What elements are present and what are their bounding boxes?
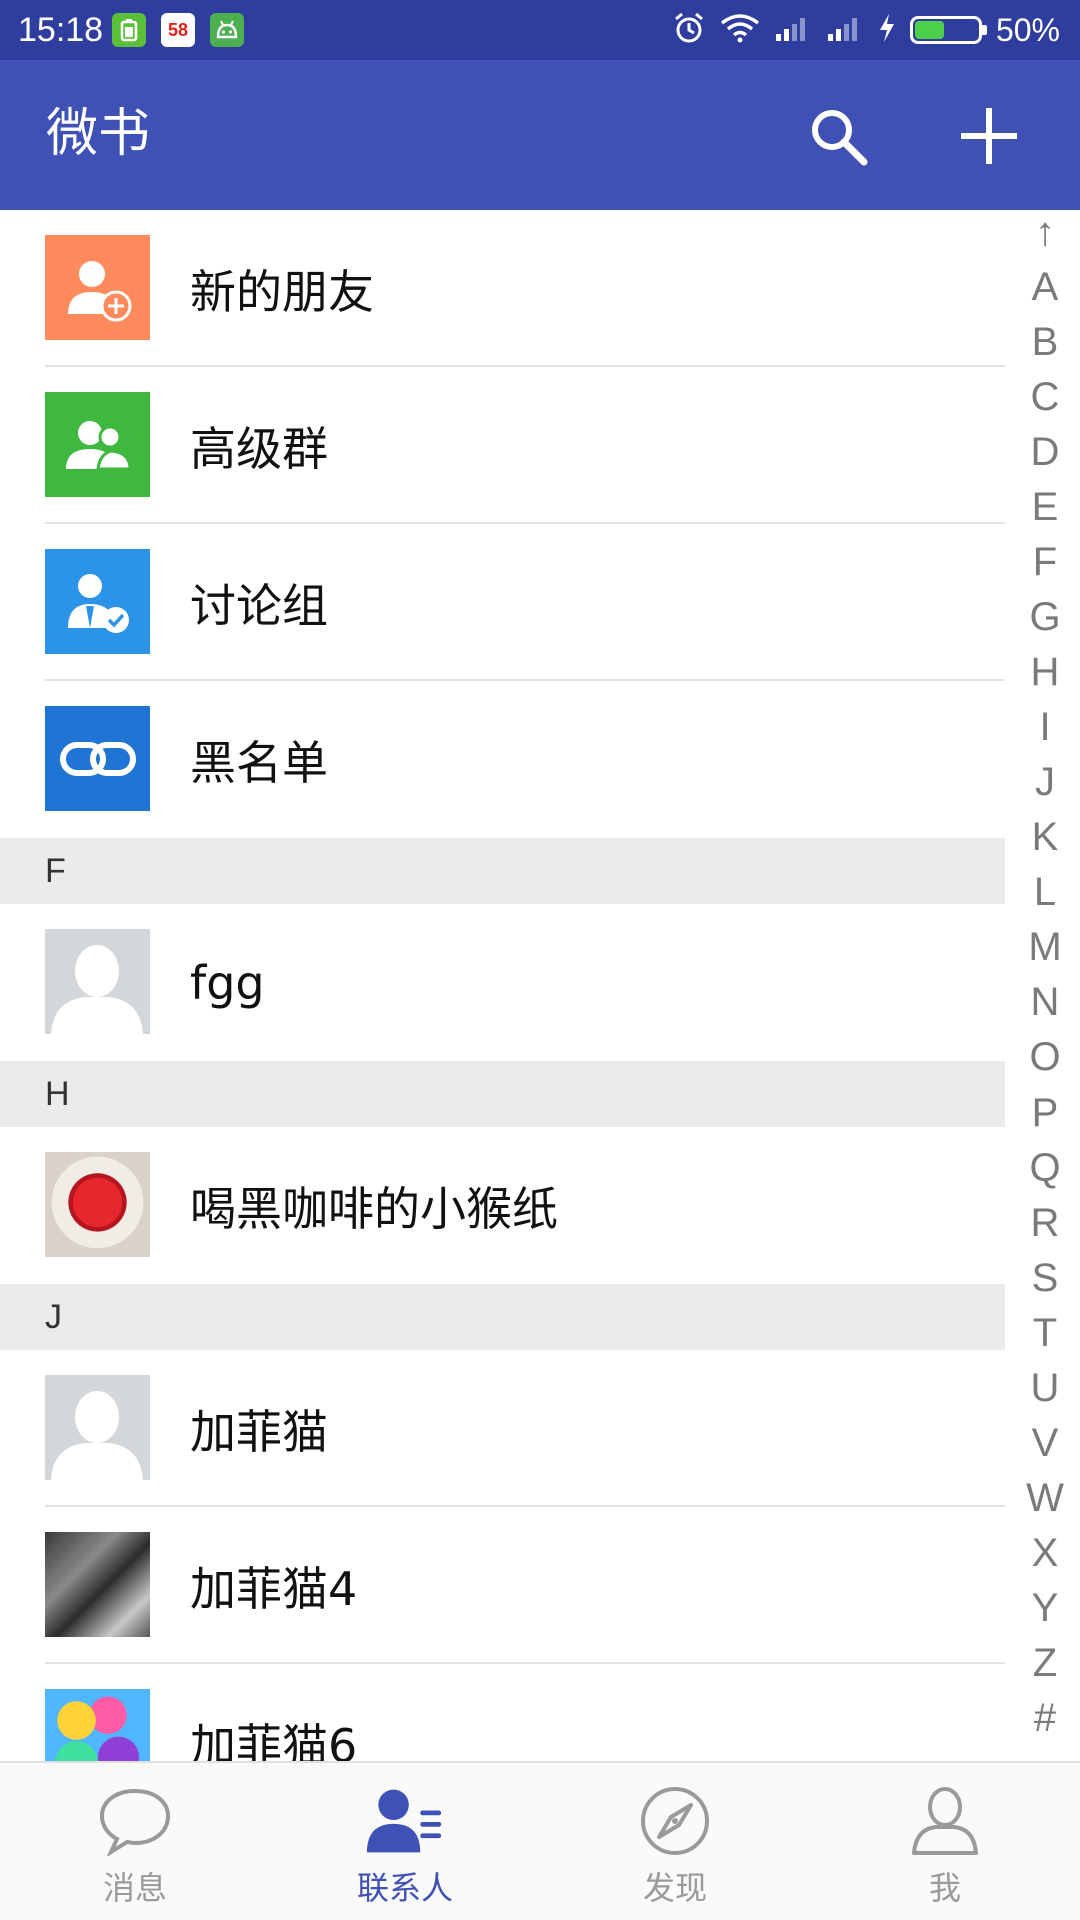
app-title: 微书 xyxy=(46,104,151,164)
wifi-icon xyxy=(720,13,760,47)
contact-name: fgg xyxy=(190,955,265,1010)
contact-name: 加菲猫6 xyxy=(190,1718,358,1762)
tab-label: 我 xyxy=(928,1869,961,1907)
index-letter-6[interactable]: F xyxy=(1033,540,1057,595)
signal-icon xyxy=(826,14,864,46)
section-letter: H xyxy=(45,1075,70,1113)
tab-label: 消息 xyxy=(102,1869,167,1907)
status-indicators: 50% xyxy=(672,12,1060,48)
tab-discover[interactable]: 发现 xyxy=(540,1763,810,1920)
index-letter-16[interactable]: P xyxy=(1032,1091,1059,1146)
list-item-label: 新的朋友 xyxy=(190,264,374,319)
index-letter-2[interactable]: B xyxy=(1032,320,1059,375)
contact-row[interactable]: 加菲猫6 xyxy=(0,1664,1005,1761)
list-item-label: 黑名单 xyxy=(190,735,328,790)
index-letter-26[interactable]: Z xyxy=(1033,1641,1057,1696)
list-item-blacklist[interactable]: 黑名单 xyxy=(0,681,1005,838)
index-letter-1[interactable]: A xyxy=(1032,265,1059,320)
section-header-h: H xyxy=(0,1061,1005,1127)
contacts-icon xyxy=(365,1781,445,1861)
app-bar: 微书 xyxy=(0,60,1080,210)
status-time: 15:18 xyxy=(18,11,104,49)
tab-label: 发现 xyxy=(642,1869,707,1907)
plus-icon xyxy=(961,108,1017,164)
list-item-new-friends[interactable]: 新的朋友 xyxy=(0,210,1005,367)
section-header-j: J xyxy=(0,1284,1005,1350)
alphabet-index[interactable]: ↑ A B C D E F G H I J K L M N O P Q R S T U V W X Y Z # xyxy=(1010,210,1080,1761)
contact-row[interactable]: 加菲猫4 xyxy=(0,1507,1005,1664)
section-header-f: F xyxy=(0,838,1005,904)
default-avatar-icon xyxy=(45,1375,150,1480)
signal-icon xyxy=(774,14,812,46)
add-button[interactable] xyxy=(953,100,1025,172)
index-letter-20[interactable]: T xyxy=(1033,1311,1057,1366)
search-icon xyxy=(812,110,868,166)
cake-photo-avatar xyxy=(45,1152,150,1257)
alarm-icon xyxy=(672,11,706,49)
person-icon xyxy=(905,1781,985,1861)
group-icon xyxy=(45,392,150,497)
index-letter-22[interactable]: V xyxy=(1032,1421,1059,1476)
chat-bubble-icon xyxy=(95,1781,175,1861)
index-letter-12[interactable]: L xyxy=(1034,870,1056,925)
status-bar: 15:18 58 50% xyxy=(0,0,1080,60)
index-letter-9[interactable]: I xyxy=(1039,705,1050,760)
contact-name: 加菲猫4 xyxy=(190,1561,358,1616)
link-icon xyxy=(45,706,150,811)
index-letter-5[interactable]: E xyxy=(1032,485,1059,540)
index-letter-13[interactable]: M xyxy=(1028,925,1061,980)
default-avatar-icon xyxy=(45,929,150,1034)
person-photo-avatar xyxy=(45,1532,150,1637)
index-letter-10[interactable]: J xyxy=(1035,760,1055,815)
index-letter-3[interactable]: C xyxy=(1031,375,1060,430)
android-icon xyxy=(210,13,244,47)
tab-me[interactable]: 我 xyxy=(810,1763,1080,1920)
index-letter-25[interactable]: Y xyxy=(1032,1586,1059,1641)
contact-row[interactable]: 喝黑咖啡的小猴纸 xyxy=(0,1127,1005,1284)
index-letter-23[interactable]: W xyxy=(1026,1476,1064,1531)
contact-row[interactable]: 加菲猫 xyxy=(0,1350,1005,1507)
index-letter-24[interactable]: X xyxy=(1032,1531,1059,1586)
contact-name: 喝黑咖啡的小猴纸 xyxy=(190,1181,558,1236)
list-item-label: 高级群 xyxy=(190,421,328,476)
battery-level xyxy=(914,21,944,39)
tab-contacts[interactable]: 联系人 xyxy=(270,1763,540,1920)
app-58-icon: 58 xyxy=(161,13,195,47)
compass-icon xyxy=(635,1781,715,1861)
tab-label: 联系人 xyxy=(356,1869,453,1907)
index-letter-11[interactable]: K xyxy=(1032,815,1059,870)
discussion-icon xyxy=(45,549,150,654)
contact-list[interactable]: 新的朋友 高级群 讨论组 黑名单 F fgg H 喝黑咖啡的小猴纸 J 加菲猫 … xyxy=(0,210,1005,1761)
list-item-label: 讨论组 xyxy=(190,578,328,633)
battery-app-icon xyxy=(112,13,146,47)
index-letter-18[interactable]: R xyxy=(1031,1201,1060,1256)
list-item-advanced-group[interactable]: 高级群 xyxy=(0,367,1005,524)
tab-messages[interactable]: 消息 xyxy=(0,1763,270,1920)
list-item-discussion-group[interactable]: 讨论组 xyxy=(0,524,1005,681)
contact-name: 加菲猫 xyxy=(190,1404,328,1459)
battery-icon xyxy=(909,16,987,44)
battery-percent: 50% xyxy=(995,11,1060,48)
index-letter-4[interactable]: D xyxy=(1031,430,1060,485)
index-letter-15[interactable]: O xyxy=(1029,1035,1060,1090)
index-letter-7[interactable]: G xyxy=(1029,595,1060,650)
search-button[interactable] xyxy=(802,100,874,172)
index-letter-19[interactable]: S xyxy=(1032,1256,1059,1311)
section-letter: J xyxy=(45,1298,62,1336)
index-letter-27[interactable]: # xyxy=(1034,1696,1056,1751)
index-letter-8[interactable]: H xyxy=(1031,650,1060,705)
charging-icon xyxy=(878,13,896,47)
index-letter-0[interactable]: ↑ xyxy=(1035,210,1055,265)
balloons-photo-avatar xyxy=(45,1689,150,1761)
bottom-tab-bar: 消息 联系人 发现 我 xyxy=(0,1761,1080,1920)
contact-row[interactable]: fgg xyxy=(0,904,1005,1061)
section-letter: F xyxy=(45,852,66,890)
add-friend-icon xyxy=(45,235,150,340)
index-letter-14[interactable]: N xyxy=(1031,980,1060,1035)
index-letter-21[interactable]: U xyxy=(1031,1366,1060,1421)
index-letter-17[interactable]: Q xyxy=(1029,1146,1060,1201)
